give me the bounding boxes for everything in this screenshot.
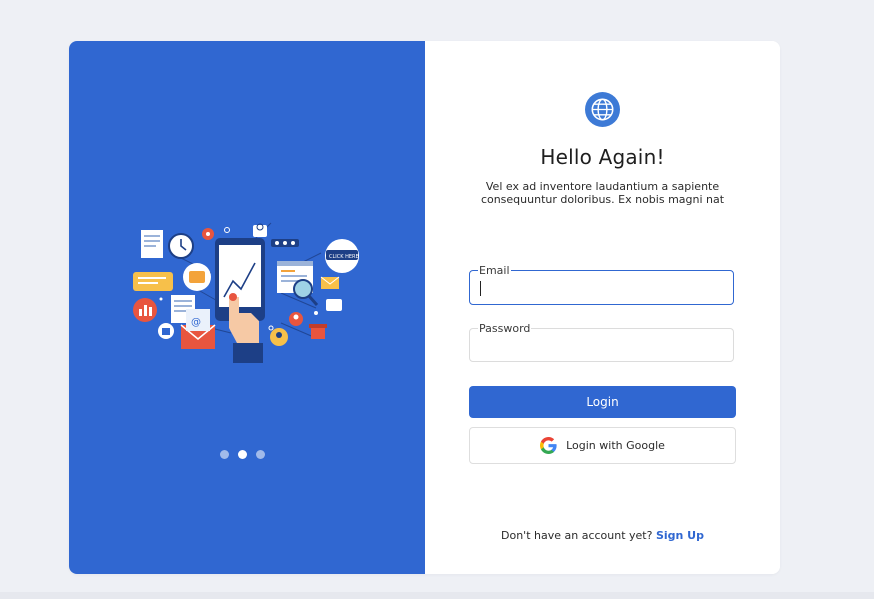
svg-text:@: @: [191, 317, 201, 328]
page-title: Hello Again!: [540, 145, 665, 169]
carousel-dot[interactable]: [220, 450, 229, 459]
globe-icon: [585, 92, 620, 127]
carousel-dot[interactable]: [256, 450, 265, 459]
login-form-panel: Hello Again! Vel ex ad inventore laudant…: [425, 41, 780, 574]
google-button-label: Login with Google: [566, 439, 665, 452]
page-subtitle: Vel ex ad inventore laudantium a sapient…: [480, 180, 725, 206]
signup-prompt: Don't have an account yet?: [501, 529, 653, 542]
email-label: Email: [478, 264, 511, 277]
email-input[interactable]: [479, 280, 719, 296]
signup-link[interactable]: Sign Up: [656, 529, 704, 542]
text-caret: [480, 281, 481, 296]
google-icon: [540, 437, 557, 454]
login-with-google-button[interactable]: Login with Google: [469, 427, 736, 464]
click-here-badge-text: CLICK HERE: [329, 254, 359, 260]
digital-marketing-illustration: @ CLICK HERE: [133, 222, 359, 363]
password-input[interactable]: [479, 338, 719, 354]
login-button[interactable]: Login: [469, 386, 736, 418]
email-field[interactable]: Email: [469, 265, 734, 305]
password-field[interactable]: Password: [469, 323, 734, 362]
login-card: @ CLICK HERE Hello Again! Vel ex ad inve…: [69, 41, 780, 574]
carousel-dots: [220, 450, 265, 459]
password-label: Password: [478, 322, 532, 335]
hero-panel: @ CLICK HERE: [69, 41, 425, 574]
carousel-dot-active[interactable]: [238, 450, 247, 459]
page-bottom-edge: [0, 592, 874, 599]
signup-row: Don't have an account yet? Sign Up: [425, 529, 780, 542]
